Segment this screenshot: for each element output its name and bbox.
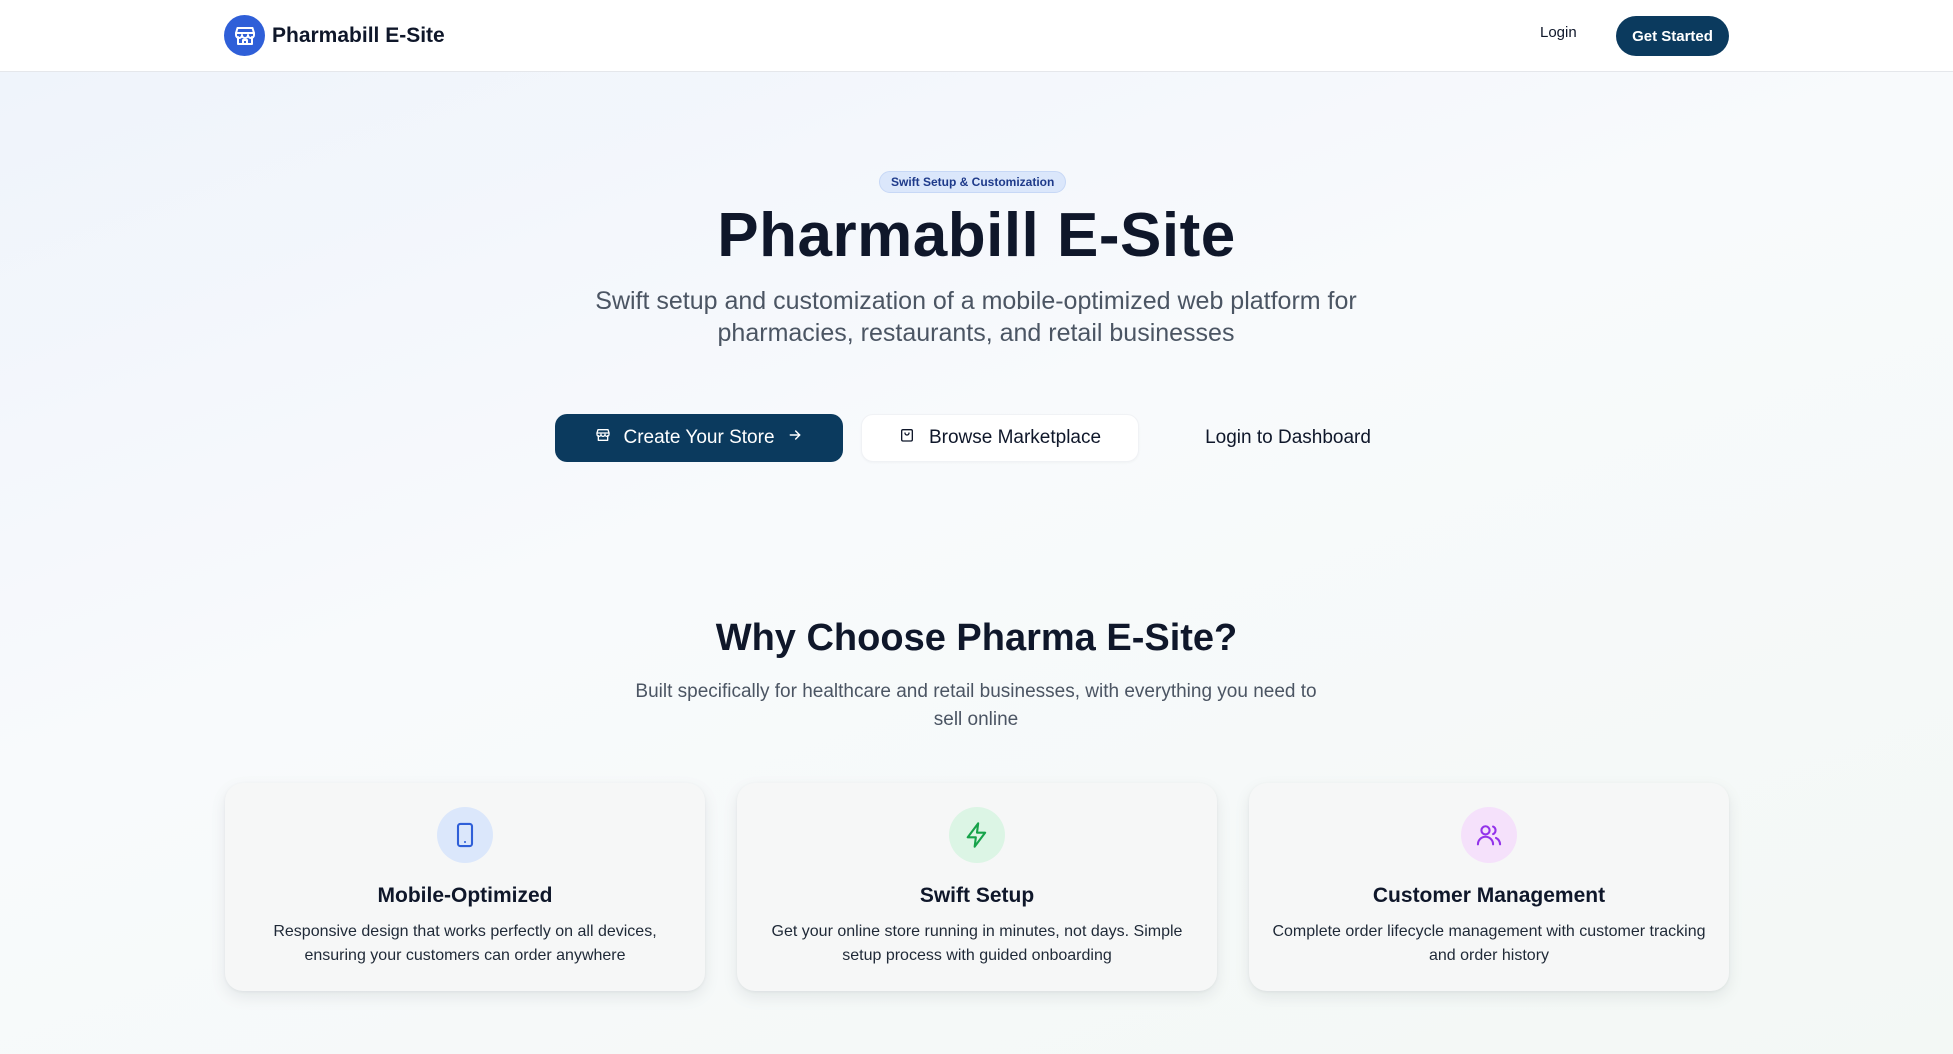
section-subtitle: Built specifically for healthcare and re… [635,681,1317,730]
brand-name: Pharmabill E-Site [272,23,445,47]
feature-description: Get your online store running in minutes… [771,923,1183,964]
hero-badge: Swift Setup & Customization [879,171,1067,193]
feature-card-customers: Customer Management Complete order lifec… [1249,783,1729,991]
section-title: Why Choose Pharma E-Site? [715,617,1238,659]
feature-title: Mobile-Optimized [377,884,553,907]
top-navbar: Pharmabill E-Site Login Get Started [0,0,1953,72]
store-icon [224,15,265,56]
feature-description: Complete order lifecycle management with… [1272,923,1706,964]
store-icon [595,427,611,449]
get-started-button[interactable]: Get Started [1616,16,1729,56]
arrow-right-icon [787,427,803,449]
feature-title: Customer Management [1372,884,1606,907]
users-icon [1461,807,1517,863]
browse-marketplace-button[interactable]: Browse Marketplace [861,414,1139,462]
hero-title: Pharmabill E-Site [717,201,1236,270]
login-link[interactable]: Login [1540,24,1577,41]
smartphone-icon [437,807,493,863]
login-dashboard-button[interactable]: Login to Dashboard [1155,414,1421,462]
hero-subtitle: Swift setup and customization of a mobil… [595,287,1357,347]
feature-description: Responsive design that works perfectly o… [273,923,657,964]
create-store-button[interactable]: Create Your Store [555,414,843,462]
feature-title: Swift Setup [919,884,1035,907]
create-store-label: Create Your Store [623,427,775,448]
browse-marketplace-label: Browse Marketplace [928,427,1102,448]
lightning-icon [949,807,1005,863]
feature-cards: Mobile-Optimized Responsive design that … [225,783,1729,991]
shopping-bag-icon [899,427,915,449]
feature-card-mobile: Mobile-Optimized Responsive design that … [225,783,705,991]
brand[interactable]: Pharmabill E-Site [224,15,445,56]
feature-card-setup: Swift Setup Get your online store runnin… [737,783,1217,991]
